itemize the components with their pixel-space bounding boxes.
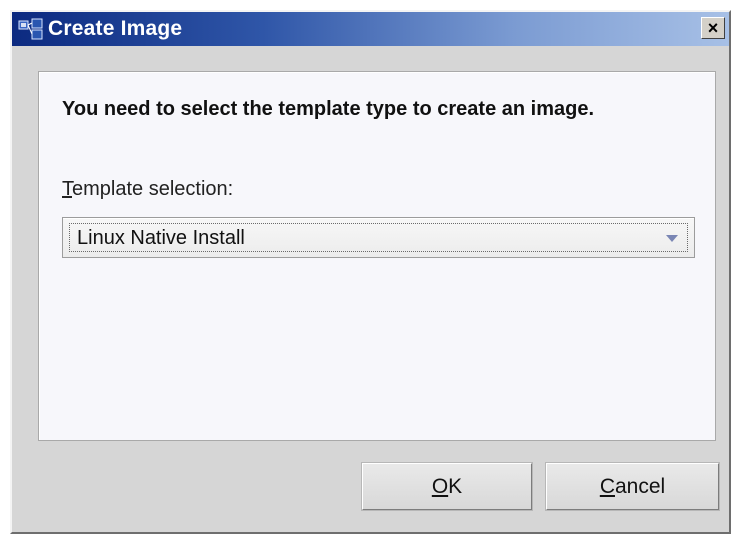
create-image-dialog: Create Image × You need to select the te… xyxy=(10,10,731,534)
select-focus-ring: Linux Native Install xyxy=(69,223,688,252)
dialog-title: Create Image xyxy=(48,17,183,40)
template-label-mnemonic: T xyxy=(62,178,72,200)
ok-mnemonic: O xyxy=(431,474,449,498)
close-icon: × xyxy=(707,18,719,38)
close-button[interactable]: × xyxy=(701,17,725,39)
template-label-rest: emplate selection: xyxy=(72,178,234,200)
template-selection-label: Template selection: xyxy=(62,178,233,201)
ok-label-rest: K xyxy=(448,474,463,498)
network-app-icon xyxy=(18,18,44,40)
instruction-text: You need to select the template type to … xyxy=(62,98,595,120)
cancel-button[interactable]: Cancel xyxy=(546,463,719,510)
title-bar[interactable]: Create Image × xyxy=(12,12,729,46)
content-panel: You need to select the template type to … xyxy=(38,71,716,441)
cancel-label-rest: ancel xyxy=(614,474,666,498)
template-select[interactable]: Linux Native Install xyxy=(62,217,695,258)
cancel-mnemonic: C xyxy=(599,474,615,498)
chevron-down-icon[interactable] xyxy=(666,235,678,242)
ok-button[interactable]: OK xyxy=(362,463,532,510)
template-selected-value: Linux Native Install xyxy=(77,227,245,249)
